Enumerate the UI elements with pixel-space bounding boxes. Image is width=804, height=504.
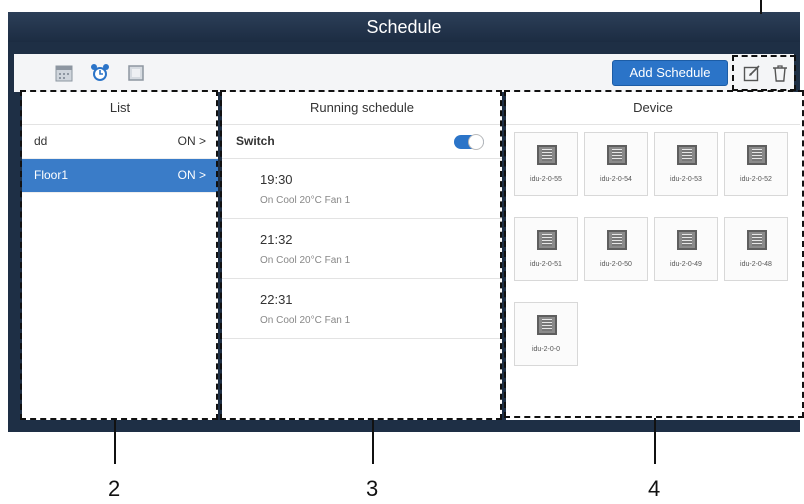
switch-label: Switch bbox=[236, 134, 275, 148]
alarm-clock-icon[interactable] bbox=[90, 63, 110, 83]
indoor-unit-icon bbox=[607, 145, 627, 165]
device-label: idu-2-0-52 bbox=[740, 176, 772, 183]
toggle-knob bbox=[468, 134, 484, 150]
device-panel-title: Device bbox=[506, 92, 800, 125]
indoor-unit-icon bbox=[747, 145, 767, 165]
running-schedule-panel: Running schedule Switch 19:30 On Cool 20… bbox=[222, 92, 502, 420]
schedule-item[interactable]: 22:31 On Cool 20°C Fan 1 bbox=[222, 279, 502, 339]
window-title: Schedule bbox=[8, 12, 800, 42]
device-label: idu-2-0-55 bbox=[530, 176, 562, 183]
indoor-unit-icon bbox=[677, 230, 697, 250]
list-panel: List dd ON > Floor1 ON > bbox=[22, 92, 218, 420]
device-tile[interactable]: idu-2-0-55 bbox=[514, 132, 578, 196]
schedule-toggle[interactable] bbox=[454, 134, 484, 150]
calendar-icon[interactable] bbox=[54, 63, 74, 83]
device-tile[interactable]: idu-2-0-50 bbox=[584, 217, 648, 281]
list-item-status: ON > bbox=[177, 168, 206, 182]
list-item-name: dd bbox=[34, 134, 48, 148]
trash-icon[interactable] bbox=[770, 63, 790, 83]
indoor-unit-icon bbox=[607, 230, 627, 250]
schedule-time: 19:30 bbox=[260, 172, 293, 187]
device-label: idu-2-0-54 bbox=[600, 176, 632, 183]
device-tile[interactable]: idu-2-0-52 bbox=[724, 132, 788, 196]
edit-icon[interactable] bbox=[742, 63, 762, 83]
schedule-time: 21:32 bbox=[260, 232, 293, 247]
callout-line-3 bbox=[372, 420, 374, 464]
running-panel-title: Running schedule bbox=[222, 92, 502, 125]
square-icon[interactable] bbox=[126, 63, 146, 83]
device-tile[interactable]: idu-2-0-53 bbox=[654, 132, 718, 196]
device-label: idu-2-0-51 bbox=[530, 261, 562, 268]
list-item[interactable]: dd ON > bbox=[22, 125, 218, 159]
callout-line-1 bbox=[760, 0, 762, 14]
toolbar: Add Schedule bbox=[14, 54, 796, 92]
device-label: idu-2-0-53 bbox=[670, 176, 702, 183]
callout-number-4: 4 bbox=[648, 476, 661, 501]
add-schedule-button[interactable]: Add Schedule bbox=[612, 60, 728, 86]
indoor-unit-icon bbox=[747, 230, 767, 250]
schedule-time: 22:31 bbox=[260, 292, 293, 307]
switch-row: Switch bbox=[222, 125, 502, 159]
device-tile[interactable]: idu-2-0-0 bbox=[514, 302, 578, 366]
device-label: idu-2-0-0 bbox=[531, 346, 560, 353]
schedule-desc: On Cool 20°C Fan 1 bbox=[260, 315, 351, 326]
indoor-unit-icon bbox=[537, 145, 557, 165]
indoor-unit-icon bbox=[677, 145, 697, 165]
device-tile[interactable]: idu-2-0-51 bbox=[514, 217, 578, 281]
list-panel-title: List bbox=[22, 92, 218, 125]
schedule-item[interactable]: 21:32 On Cool 20°C Fan 1 bbox=[222, 219, 502, 279]
schedule-desc: On Cool 20°C Fan 1 bbox=[260, 255, 351, 266]
list-item-name: Floor1 bbox=[34, 168, 69, 182]
callout-line-2 bbox=[114, 420, 116, 464]
list-item-selected[interactable]: Floor1 ON > bbox=[22, 159, 218, 193]
device-label: idu-2-0-50 bbox=[600, 261, 632, 268]
callout-line-4 bbox=[654, 418, 656, 464]
device-tile[interactable]: idu-2-0-48 bbox=[724, 217, 788, 281]
device-tile[interactable]: idu-2-0-54 bbox=[584, 132, 648, 196]
schedule-item[interactable]: 19:30 On Cool 20°C Fan 1 bbox=[222, 159, 502, 219]
indoor-unit-icon bbox=[537, 315, 557, 335]
device-label: idu-2-0-49 bbox=[670, 261, 702, 268]
schedule-desc: On Cool 20°C Fan 1 bbox=[260, 195, 351, 206]
device-tile[interactable]: idu-2-0-49 bbox=[654, 217, 718, 281]
device-panel: Device idu-2-0-55 idu-2-0-54 idu-2-0-53 … bbox=[506, 92, 800, 420]
device-label: idu-2-0-48 bbox=[740, 261, 772, 268]
list-item-status: ON > bbox=[177, 134, 206, 148]
callout-number-3: 3 bbox=[366, 476, 379, 501]
indoor-unit-icon bbox=[537, 230, 557, 250]
callout-number-2: 2 bbox=[108, 476, 121, 501]
app-window: Schedule Add Schedule List dd ON > Floor… bbox=[8, 12, 800, 432]
